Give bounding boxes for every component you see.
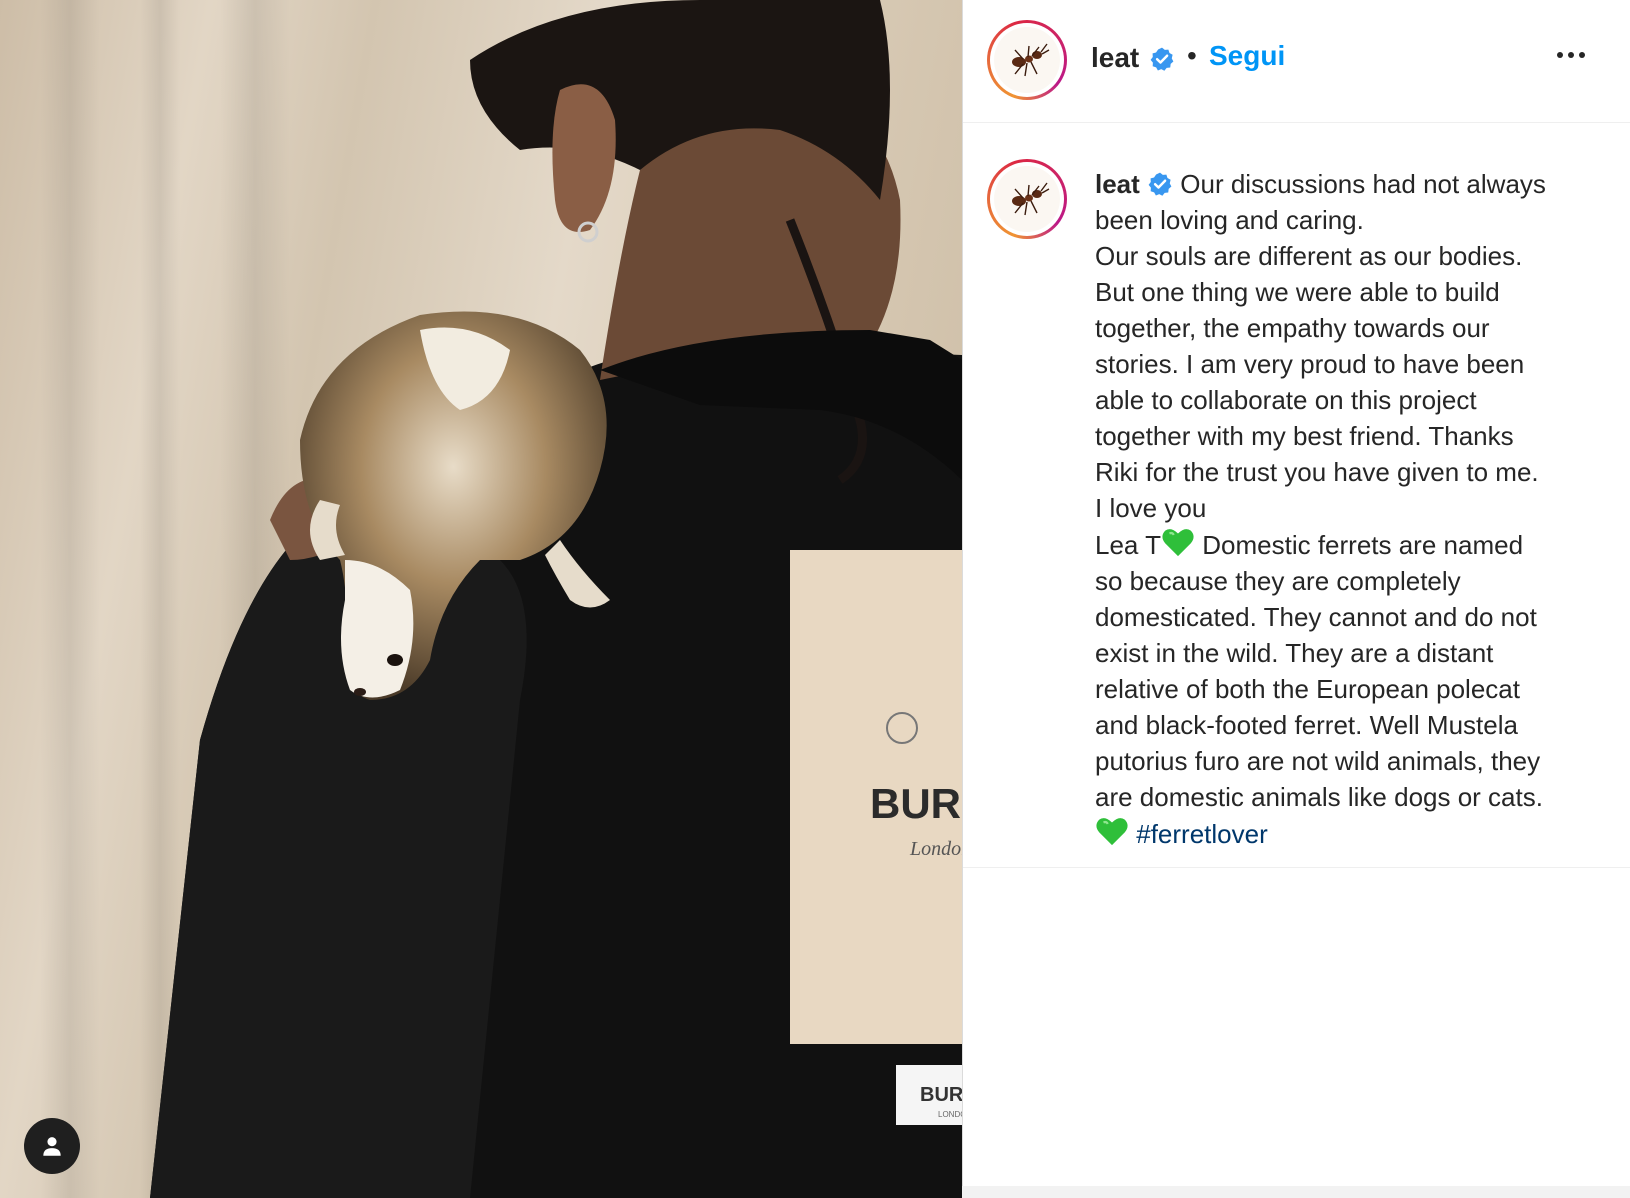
caption-line: Domestic ferrets are named xyxy=(1195,530,1524,560)
caption-line: But one thing we were able to build xyxy=(1095,277,1500,307)
hashtag-link[interactable]: #ferretlover xyxy=(1136,819,1268,849)
caption-line: are domestic animals like dogs or cats. xyxy=(1095,782,1543,812)
caption-line: Our souls are different as our bodies. xyxy=(1095,241,1523,271)
follow-button[interactable]: Segui xyxy=(1209,40,1285,72)
caption-line: Our discussions had not always xyxy=(1180,169,1546,199)
verified-badge-icon xyxy=(1150,47,1174,71)
photo-print-subtext: London xyxy=(909,838,962,860)
photo-print-text: BURB xyxy=(870,780,962,827)
caption-line: domesticated. They cannot and do not xyxy=(1095,602,1537,632)
caption-author-avatar[interactable] xyxy=(987,159,1067,239)
caption-line: been loving and caring. xyxy=(1095,205,1364,235)
caption-line: relative of both the European polecat xyxy=(1095,674,1520,704)
author-avatar[interactable] xyxy=(987,20,1067,100)
caption-text: leat Our discussions had not always been… xyxy=(1095,166,1595,852)
photo-label-text: BURI xyxy=(920,1084,962,1106)
caption-line: together with my best friend. Thanks xyxy=(1095,421,1514,451)
green-heart-emoji xyxy=(1162,529,1194,557)
photo-scene: BURB London BURI LONDO xyxy=(40,0,962,1198)
ant-logo-icon xyxy=(1012,43,1050,77)
post-photo[interactable]: BURB London BURI LONDO xyxy=(0,0,962,1198)
post-side-pane: leat • Segui leat Our discussions had no… xyxy=(962,0,1630,1198)
caption-line: I love you xyxy=(1095,493,1207,523)
caption-line: so because they are completely xyxy=(1095,566,1461,596)
caption-line: able to collaborate on this project xyxy=(1095,385,1477,415)
photo-label-subtext: LONDO xyxy=(938,1110,962,1119)
caption-line: stories. I am very proud to have been xyxy=(1095,349,1525,379)
user-tag-button[interactable] xyxy=(24,1118,80,1174)
caption-line: Riki for the trust you have given to me. xyxy=(1095,457,1539,487)
caption-line: Lea T xyxy=(1095,530,1162,560)
caption-line: putorius furo are not wild animals, they xyxy=(1095,746,1541,776)
caption-line: and black-footed ferret. Well Mustela xyxy=(1095,710,1518,740)
caption-line: together, the empathy towards our xyxy=(1095,313,1490,343)
caption-username[interactable]: leat xyxy=(1095,169,1140,199)
pane-footer-strip xyxy=(962,1186,1630,1198)
verified-badge-icon xyxy=(1148,172,1172,196)
post-header: leat • Segui xyxy=(963,0,1630,123)
more-options-icon[interactable] xyxy=(1557,52,1585,58)
user-tag-icon xyxy=(43,1137,61,1156)
green-heart-emoji xyxy=(1096,818,1128,846)
ant-logo-icon xyxy=(1012,182,1050,216)
caption-line: exist in the wild. They are a distant xyxy=(1095,638,1494,668)
separator-dot: • xyxy=(1187,40,1197,71)
author-username[interactable]: leat xyxy=(1091,42,1139,74)
